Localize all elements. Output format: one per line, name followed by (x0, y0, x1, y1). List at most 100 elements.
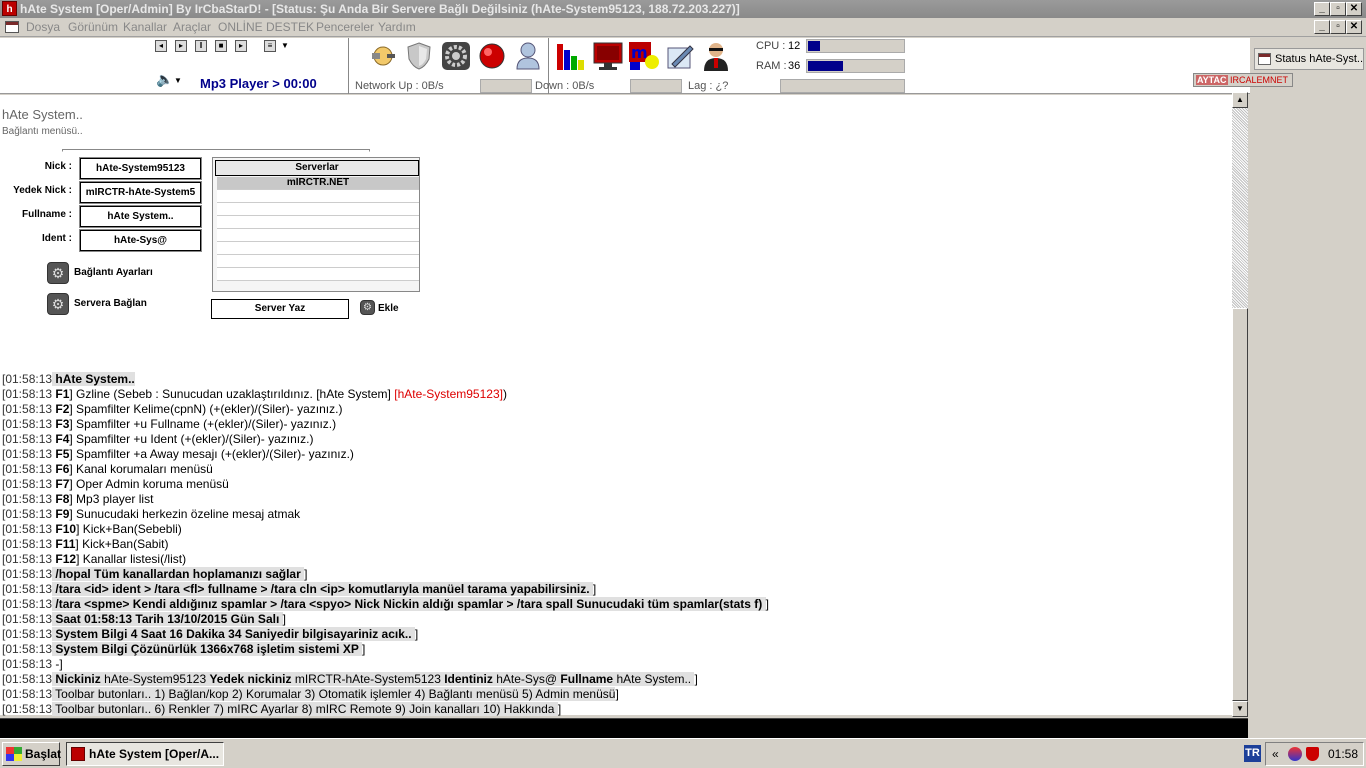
server-list-item[interactable] (217, 268, 419, 281)
language-indicator[interactable]: TR (1244, 745, 1261, 762)
log-timestamp: [01:58:13 (2, 657, 53, 671)
user-icon[interactable] (512, 40, 544, 72)
minimize-button[interactable]: _ (1314, 2, 1330, 16)
server-list-item[interactable] (217, 190, 419, 203)
app-icon[interactable]: h (2, 1, 17, 16)
log-text: ] (592, 582, 597, 596)
alt-nick-input[interactable]: mIRCTR-hAte-System5 (79, 181, 202, 204)
tray-expand-icon[interactable]: « (1272, 743, 1279, 765)
add-server-button[interactable]: Ekle (378, 303, 399, 314)
log-text: ] (282, 612, 286, 626)
server-list-item[interactable] (217, 229, 419, 242)
add-gear-icon[interactable]: ⚙ (360, 300, 375, 315)
clock[interactable]: 01:58 (1328, 743, 1358, 765)
ident-input[interactable]: hAte-Sys@ (79, 229, 202, 252)
agent-icon[interactable] (700, 40, 732, 72)
command-input[interactable] (0, 718, 1248, 738)
log-line: [01:58:13 Nickiniz hAte-System95123 Yede… (2, 672, 1230, 687)
menu-bar: Dosya Görünüm Kanallar Araçlar ONLİNE DE… (0, 18, 1366, 37)
mdi-maximize-button[interactable]: ▫ (1330, 20, 1346, 34)
scroll-thumb[interactable] (1232, 308, 1248, 701)
log-text: hAte-System95123 (104, 672, 210, 686)
log-line: [01:58:13 Saat 01:58:13 Tarih 13/10/2015… (2, 612, 1230, 627)
menu-online-destek[interactable]: ONLİNE DESTEK (218, 20, 314, 34)
mp3-next-button[interactable]: ▸ (235, 40, 247, 52)
log-timestamp: [01:58:13 (2, 492, 53, 506)
log-timestamp: [01:58:13 (2, 417, 53, 431)
log-line: [01:58:13 F4] Spamfilter +u Ident (+(ekl… (2, 432, 1230, 447)
mp3-pause-button[interactable]: ‖ (195, 40, 207, 52)
log-line: [01:58:13 F8] Mp3 player list (2, 492, 1230, 507)
log-timestamp: [01:58:13 (2, 522, 53, 536)
log-line: [01:58:13 F12] Kanallar listesi(/list) (2, 552, 1230, 567)
volume-dropdown-icon[interactable]: ▼ (174, 76, 182, 85)
monitor-icon[interactable] (592, 40, 624, 72)
log-text: ] (414, 627, 419, 641)
title-bar: h hAte System [Oper/Admin] By IrCbaStarD… (0, 0, 1366, 18)
server-write-input[interactable]: Server Yaz (211, 299, 349, 319)
connection-settings-button[interactable]: Bağlantı Ayarları (74, 267, 153, 278)
server-list-item[interactable] (217, 242, 419, 255)
connect-gear-icon[interactable]: ⚙ (47, 293, 69, 315)
menu-kanallar[interactable]: Kanallar (123, 20, 167, 34)
scroll-down-button[interactable]: ▼ (1232, 701, 1248, 717)
log-text: Identiniz (444, 672, 497, 686)
log-line: [01:58:13 System Bilgi Çözünürlük 1366x7… (2, 642, 1230, 657)
status-window-button[interactable]: Status hAte-Syst... (1254, 48, 1364, 70)
log-line: [01:58:13 F7] Oper Admin koruma menüsü (2, 477, 1230, 492)
mirc-icon[interactable]: m (628, 40, 660, 72)
taskbar-item[interactable]: hAte System [Oper/A... (66, 742, 224, 766)
server-list-item[interactable] (217, 203, 419, 216)
close-button[interactable]: ✕ (1346, 2, 1362, 16)
scroll-up-button[interactable]: ▲ (1232, 92, 1248, 108)
scroll-track[interactable] (1232, 108, 1248, 308)
mp3-stop-button[interactable]: ■ (215, 40, 227, 52)
mp3-list-button[interactable]: ≡ (264, 40, 276, 52)
ram-meter (806, 59, 905, 73)
nick-input[interactable]: hAte-System95123 (79, 157, 202, 180)
start-button[interactable]: Başlat (2, 742, 61, 766)
log-text: ] Spamfilter +u Fullname (+(ekler)/(Sile… (69, 417, 337, 431)
shield-icon[interactable] (403, 40, 435, 72)
log-line: [01:58:13 F11] Kick+Ban(Sabit) (2, 537, 1230, 552)
mp3-prev-button[interactable]: ◂ (155, 40, 167, 52)
notepad-icon[interactable] (664, 40, 696, 72)
vertical-scrollbar[interactable]: ▲ ▼ (1232, 92, 1248, 717)
server-list-item[interactable] (217, 255, 419, 268)
server-list-item[interactable] (217, 216, 419, 229)
settings-gear-icon[interactable]: ⚙ (47, 262, 69, 284)
menu-araclar[interactable]: Araçlar (173, 20, 211, 34)
log-timestamp: [01:58:13 (2, 402, 53, 416)
menu-pencereler[interactable]: Pencereler (316, 20, 374, 34)
log-timestamp: [01:58:13 (2, 597, 53, 611)
log-text: /tara <id> ident > /tara <fl> fullname >… (52, 582, 593, 596)
ircalem-banner[interactable]: AYTAC IRCALEMNET (1193, 73, 1293, 87)
mdi-minimize-button[interactable]: _ (1314, 20, 1330, 34)
app-icon (71, 747, 85, 761)
dropdown-arrow-icon[interactable]: ▼ (281, 41, 289, 50)
mdi-window-icon[interactable] (5, 21, 19, 33)
plug-icon[interactable] (367, 40, 399, 72)
server-list-item[interactable]: mIRCTR.NET (217, 177, 419, 190)
gear-icon[interactable] (440, 40, 472, 72)
log-line: [01:58:13 /hopal Tüm kanallardan hoplama… (2, 567, 1230, 582)
connect-server-button[interactable]: Servera Bağlan (74, 298, 147, 309)
speaker-icon[interactable]: 🔈 (156, 71, 173, 88)
network-tray-icon[interactable] (1288, 747, 1302, 761)
log-timestamp: [01:58:13 (2, 507, 53, 521)
log-timestamp: [01:58:13 (2, 537, 53, 551)
menu-yardim[interactable]: Yardım (378, 20, 416, 34)
lag-label: Lag : ¿? (688, 80, 729, 92)
red-ball-icon[interactable] (476, 40, 508, 72)
mp3-play-button[interactable]: ▸ (175, 40, 187, 52)
log-text: F10 (52, 522, 77, 536)
mdi-close-button[interactable]: ✕ (1346, 20, 1362, 34)
bar-chart-icon[interactable] (555, 40, 587, 72)
menu-gorunum[interactable]: Görünüm (68, 20, 118, 34)
log-line: [01:58:13 Toolbar butonları.. 1) Bağlan/… (2, 687, 1230, 702)
fullname-input[interactable]: hAte System.. (79, 205, 202, 228)
log-text: /hopal Tüm kanallardan hoplamanızı sağla… (52, 567, 305, 581)
shield-tray-icon[interactable] (1306, 747, 1319, 761)
menu-dosya[interactable]: Dosya (26, 20, 60, 34)
maximize-button[interactable]: ▫ (1330, 2, 1346, 16)
